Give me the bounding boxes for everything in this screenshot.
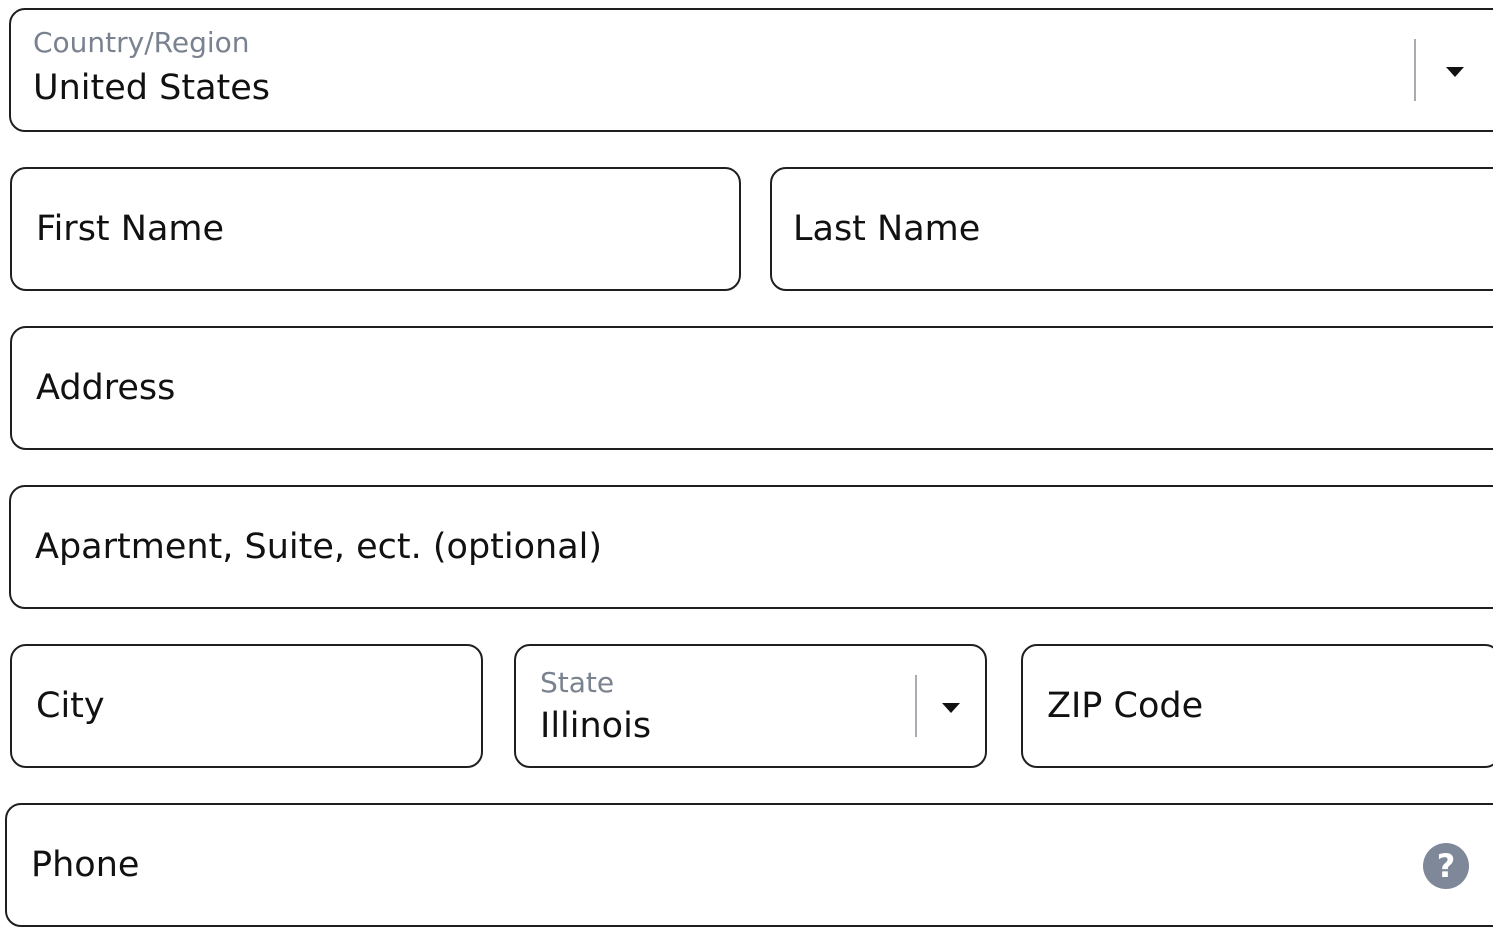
last-name-placeholder: Last Name	[793, 209, 981, 249]
address-placeholder: Address	[36, 368, 176, 408]
help-circle-icon[interactable]: ?	[1423, 843, 1469, 889]
country-divider	[1414, 39, 1416, 101]
chevron-down-icon[interactable]	[942, 703, 960, 713]
city-field[interactable]: City	[10, 644, 483, 768]
country-select[interactable]: Country/Region United States	[9, 8, 1493, 132]
phone-placeholder: Phone	[31, 845, 140, 885]
state-divider	[915, 675, 917, 737]
state-label: State	[540, 666, 615, 699]
last-name-field[interactable]: Last Name	[770, 167, 1493, 291]
country-value: United States	[33, 68, 271, 108]
zip-code-placeholder: ZIP Code	[1047, 686, 1204, 726]
country-label: Country/Region	[33, 26, 250, 59]
address-field[interactable]: Address	[10, 326, 1493, 450]
apartment-field[interactable]: Apartment, Suite, ect. (optional)	[9, 485, 1493, 609]
state-select[interactable]: State Illinois	[514, 644, 987, 768]
phone-field[interactable]: Phone ?	[5, 803, 1493, 927]
apartment-placeholder: Apartment, Suite, ect. (optional)	[35, 527, 603, 567]
state-value: Illinois	[540, 706, 652, 746]
zip-code-field[interactable]: ZIP Code	[1021, 644, 1493, 768]
city-placeholder: City	[36, 686, 105, 726]
first-name-placeholder: First Name	[36, 209, 225, 249]
first-name-field[interactable]: First Name	[10, 167, 741, 291]
chevron-down-icon[interactable]	[1446, 67, 1464, 77]
